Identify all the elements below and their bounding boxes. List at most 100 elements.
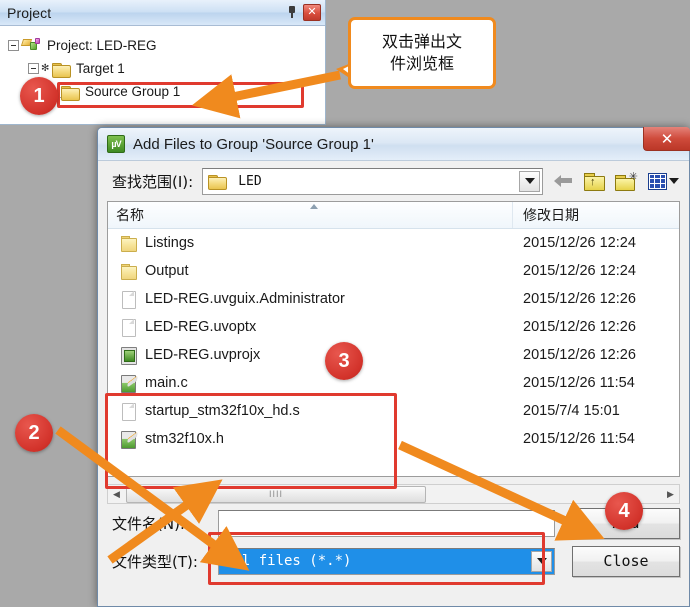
step-badge-3: 3 — [325, 342, 363, 380]
project-panel-header-buttons: ✕ — [286, 2, 321, 22]
up-folder-icon[interactable]: ↑ — [584, 172, 605, 191]
file-date-cell: 2015/12/26 12:24 — [523, 263, 636, 279]
table-row[interactable]: main.c 2015/12/26 11:54 — [108, 369, 679, 397]
tree-item-label: Target 1 — [76, 61, 125, 76]
views-grid-icon[interactable] — [648, 172, 679, 190]
step-badge-2: 2 — [15, 414, 53, 452]
file-name-cell: LED-REG.uvprojx — [108, 346, 513, 365]
table-row[interactable]: LED-REG.uvprojx 2015/12/26 12:26 — [108, 341, 679, 369]
project-file-icon — [120, 346, 137, 365]
file-date-cell: 2015/12/26 12:24 — [523, 235, 636, 251]
project-panel-header: Project ✕ — [0, 0, 325, 26]
expander-icon[interactable] — [8, 40, 19, 51]
file-date-cell: 2015/7/4 15:01 — [523, 403, 620, 419]
new-folder-icon[interactable]: ✳ — [615, 172, 638, 191]
folder-icon — [61, 85, 80, 101]
table-row[interactable]: startup_stm32f10x_hd.s 2015/7/4 15:01 — [108, 397, 679, 425]
file-name-label: LED-REG.uvoptx — [145, 319, 257, 335]
filetype-label: 文件类型(T): — [112, 552, 198, 571]
file-name-cell: Listings — [108, 234, 513, 252]
expander-icon[interactable] — [28, 63, 39, 74]
close-icon[interactable]: ✕ — [303, 3, 321, 21]
lookin-combobox[interactable]: LED — [202, 167, 543, 195]
dialog-toolbar: ↑ ✳ — [554, 172, 679, 191]
file-name-cell: main.c — [108, 374, 513, 393]
folder-icon — [120, 234, 137, 252]
folder-icon — [208, 174, 228, 190]
file-name-label: LED-REG.uvprojx — [145, 347, 261, 363]
chevron-down-icon[interactable] — [669, 178, 679, 184]
add-files-dialog: µV Add Files to Group 'Source Group 1' ✕… — [97, 127, 690, 607]
filename-input[interactable] — [218, 509, 555, 537]
file-date-cell: 2015/12/26 12:26 — [523, 291, 636, 307]
document-icon — [120, 318, 137, 337]
step-badge-4: 4 — [605, 492, 643, 530]
file-date-cell: 2015/12/26 12:26 — [523, 347, 636, 363]
target-decoration-icon — [41, 63, 51, 75]
file-name-label: Output — [145, 263, 189, 279]
file-list-header: 名称 修改日期 — [108, 202, 679, 229]
file-name-label: Listings — [145, 235, 195, 251]
column-header-name[interactable]: 名称 — [108, 202, 513, 228]
tree-item-label: Project: LED-REG — [47, 38, 157, 53]
file-date-cell: 2015/12/26 11:54 — [523, 431, 635, 447]
folder-icon — [52, 62, 71, 78]
table-row[interactable]: stm32f10x.h 2015/12/26 11:54 — [108, 425, 679, 453]
dialog-close-button[interactable]: ✕ — [643, 127, 690, 151]
lookin-label: 查找范围(I): — [112, 172, 194, 191]
file-name-cell: startup_stm32f10x_hd.s — [108, 402, 513, 421]
filetype-value: All files (*.*) — [225, 553, 352, 569]
filetype-combobox[interactable]: All files (*.*) — [218, 547, 555, 575]
dialog-title: Add Files to Group 'Source Group 1' — [133, 135, 374, 153]
file-name-cell: LED-REG.uvguix.Administrator — [108, 290, 513, 309]
table-row[interactable]: Output 2015/12/26 12:24 — [108, 257, 679, 285]
chevron-left-icon[interactable]: ◀ — [108, 485, 125, 503]
source-file-icon — [120, 430, 137, 449]
filename-row: 文件名(N): Add — [98, 504, 689, 542]
file-list[interactable]: 名称 修改日期 Listings 2015/12/26 12:24 Output… — [107, 201, 680, 477]
filetype-row: 文件类型(T): All files (*.*) Close — [98, 542, 689, 580]
folder-icon — [120, 262, 137, 280]
project-icon — [20, 38, 41, 53]
file-list-rows: Listings 2015/12/26 12:24 Output 2015/12… — [108, 229, 679, 453]
callout-line-2: 件浏览框 — [389, 54, 454, 73]
dialog-body: 查找范围(I): LED ↑ ✳ 名称 修改日期 Listings 2015/1… — [98, 161, 689, 580]
lookin-value: LED — [238, 173, 262, 189]
horizontal-scrollbar[interactable]: ◀ IIII ▶ — [107, 484, 680, 504]
file-name-cell: LED-REG.uvoptx — [108, 318, 513, 337]
file-name-label: main.c — [145, 375, 188, 391]
scrollbar-thumb[interactable]: IIII — [126, 485, 426, 503]
column-header-name-label: 名称 — [116, 208, 144, 224]
file-name-cell: Output — [108, 262, 513, 280]
callout-line-1: 双击弹出文 — [381, 32, 462, 52]
callout-bubble: 双击弹出文 件浏览框 — [348, 17, 496, 89]
close-button[interactable]: Close — [572, 545, 680, 577]
document-icon — [120, 290, 137, 309]
chevron-right-icon[interactable]: ▶ — [662, 485, 679, 503]
file-name-label: LED-REG.uvguix.Administrator — [145, 291, 345, 307]
step-badge-1: 1 — [20, 77, 58, 115]
back-arrow-icon[interactable] — [554, 172, 574, 190]
table-row[interactable]: LED-REG.uvoptx 2015/12/26 12:26 — [108, 313, 679, 341]
chevron-down-icon[interactable] — [531, 550, 552, 572]
chevron-down-icon[interactable] — [519, 170, 540, 192]
tree-item-target[interactable]: Target 1 — [8, 57, 325, 80]
source-file-icon — [120, 374, 137, 393]
project-panel-title: Project — [7, 4, 52, 21]
file-name-label: startup_stm32f10x_hd.s — [145, 403, 300, 419]
lookin-row: 查找范围(I): LED ↑ ✳ — [98, 161, 689, 201]
table-row[interactable]: Listings 2015/12/26 12:24 — [108, 229, 679, 257]
file-name-cell: stm32f10x.h — [108, 430, 513, 449]
pin-icon[interactable] — [286, 2, 298, 22]
uvision-icon: µV — [107, 135, 125, 153]
tree-item-project[interactable]: Project: LED-REG — [8, 34, 325, 57]
screenshot-root: Project ✕ Project: LED-REG Target 1 — [0, 0, 690, 607]
filename-label: 文件名(N): — [112, 514, 185, 533]
document-icon — [120, 402, 137, 421]
column-header-date[interactable]: 修改日期 — [513, 202, 679, 228]
column-header-date-label: 修改日期 — [523, 208, 579, 224]
dialog-titlebar: µV Add Files to Group 'Source Group 1' ✕ — [98, 127, 690, 161]
table-row[interactable]: LED-REG.uvguix.Administrator 2015/12/26 … — [108, 285, 679, 313]
tree-item-label: Source Group 1 — [85, 84, 181, 99]
file-date-cell: 2015/12/26 12:26 — [523, 319, 636, 335]
